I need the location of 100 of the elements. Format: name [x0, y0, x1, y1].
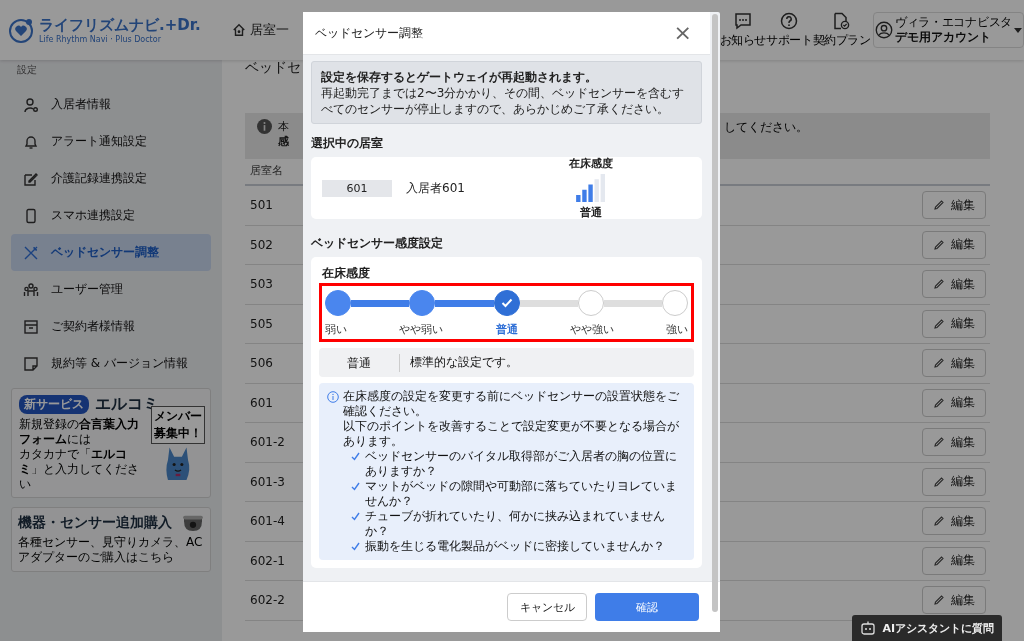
edit-button[interactable]: 編集 [922, 546, 986, 575]
home-icon [232, 23, 246, 37]
pencil-icon [933, 317, 945, 330]
level-description: 標準的な設定です。 [409, 354, 518, 371]
step-handle[interactable] [409, 290, 436, 316]
caret-icon [1014, 27, 1022, 33]
info-icon [327, 391, 339, 403]
pencil-icon [933, 475, 945, 488]
room-name-cell: 502 [250, 237, 273, 252]
step-handle[interactable] [493, 290, 520, 316]
note-icon [23, 355, 39, 372]
edit-button[interactable]: 編集 [922, 191, 986, 220]
sidebar-item[interactable]: 入居者情報 [11, 86, 211, 123]
scrollbar[interactable] [712, 14, 718, 612]
check-icon [500, 298, 513, 308]
checklist-item: ベッドセンサーのバイタル取得部がご入居者の胸の位置にありますか？ [365, 449, 678, 479]
purchase-subtitle: 各種センサー、見守りカメラ、ACアダプターのご購入はこちら [18, 535, 204, 565]
edit-button[interactable]: 編集 [922, 388, 986, 417]
pencil-icon [933, 515, 945, 528]
level-name: 普通 [319, 353, 400, 372]
room-number: 601 [322, 179, 392, 197]
phone-icon [23, 207, 39, 224]
recruiting-sign: メンバー 募集中！ [151, 406, 205, 444]
person-icon [23, 96, 39, 113]
notice-text: してください。 [724, 119, 808, 136]
room-name-cell: 602-1 [250, 553, 285, 568]
step-label: やや強い [569, 322, 614, 337]
sensitivity-label: 在床感度 [569, 156, 613, 171]
checklist-item: チューブが折れていたり、何かに挟み込まれていませんか？ [365, 509, 666, 539]
close-button[interactable]: × [673, 22, 692, 44]
track-segment [351, 299, 410, 307]
sidebar-item[interactable]: 規約等 & バージョン情報 [11, 345, 211, 382]
pencil-icon [933, 199, 945, 212]
pencil-icon [933, 357, 945, 370]
sidebar-item[interactable]: ユーザー管理 [11, 271, 211, 308]
robot-icon [860, 621, 877, 635]
users-icon [23, 281, 39, 298]
check-icon [351, 482, 360, 491]
room-name-cell: 506 [250, 356, 273, 371]
step-label: やや弱い [399, 322, 444, 337]
promo-text: 新規登録の合言葉入力フォームには [19, 417, 140, 447]
dialog-title: ベッドセンサー調整 [315, 24, 423, 42]
sidebar-item[interactable]: ご契約者様情報 [11, 308, 211, 345]
track-segment [519, 299, 578, 307]
tools-icon [23, 244, 39, 261]
warning-text: 再起動完了までは2〜3分かかり、その間、ベッドセンサーを含むすべてのセンサーが停止しますので、あらかじめご了承ください。 [321, 85, 686, 117]
tips-text: 以下のポイントを改善することで設定変更が不要となる場合があります。 [343, 419, 680, 449]
edit-button[interactable]: 編集 [922, 230, 986, 259]
logo-subtitle: Life Rhythm Navi · Plus Doctor [39, 35, 162, 44]
sidebar-item[interactable]: スマホ連携設定 [11, 197, 211, 234]
new-service-badge: 新サービス [19, 395, 89, 414]
edit-button[interactable]: 編集 [922, 507, 986, 536]
edit-button[interactable]: 編集 [922, 586, 986, 615]
step-handle[interactable] [325, 290, 351, 316]
sidebar-section-label: 設定 [17, 64, 37, 75]
dome-camera-icon [182, 514, 204, 532]
edit-button[interactable]: 編集 [922, 309, 986, 338]
document-check-icon [832, 11, 851, 30]
room-name-cell: 601-2 [250, 435, 285, 450]
check-icon [351, 542, 360, 551]
field-label: 在床感度 [322, 266, 370, 280]
room-name-cell: 505 [250, 316, 273, 331]
confirm-button[interactable]: 確認 [595, 593, 699, 621]
cancel-button[interactable]: キャンセル [507, 593, 587, 621]
edit-button[interactable]: 編集 [922, 467, 986, 496]
room-name-cell: 601 [250, 395, 273, 410]
sidebar-item[interactable]: 介護記録連携設定 [11, 160, 211, 197]
edit-button[interactable]: 編集 [922, 428, 986, 457]
room-list-link[interactable]: 居室一 [232, 21, 289, 39]
logo-title: ライフリズムナビ.+Dr. [39, 16, 201, 35]
check-icon [351, 452, 360, 461]
page-heading: ベッドセ [245, 59, 301, 75]
purchase-banner[interactable]: 機器・センサー追加購入 各種センサー、見守りカメラ、ACアダプターのご購入はこちら [11, 507, 211, 572]
info-icon [257, 119, 272, 134]
ai-assistant-button[interactable]: AIアシスタントに質問 [852, 615, 1002, 641]
bell-icon [23, 133, 39, 150]
pencil-icon [933, 396, 945, 409]
sidebar-item[interactable]: アラート通知設定 [11, 123, 211, 160]
resident-name: 入居者601 [406, 179, 465, 197]
section-heading: 選択中の居室 [311, 136, 383, 150]
edit-button[interactable]: 編集 [922, 270, 986, 299]
room-name-cell: 503 [250, 277, 273, 292]
sensitivity-value: 普通 [580, 205, 602, 220]
track-segment [603, 299, 662, 307]
pencil-icon [933, 278, 945, 291]
account-menu[interactable]: ヴィラ・エコナビスタ デモ用アカウント [873, 12, 1024, 48]
section-heading: ベッドセンサー感度設定 [311, 236, 443, 250]
track-segment [435, 299, 494, 307]
room-name-cell: 601-4 [250, 514, 285, 529]
warning-title: 設定を保存するとゲートウェイが再起動されます。 [321, 69, 598, 85]
edit-button[interactable]: 編集 [922, 349, 986, 378]
header-icon-button[interactable]: 契約プラン [812, 11, 870, 49]
header-icon-button[interactable]: サポート [766, 11, 812, 49]
step-label: 普通 [495, 322, 518, 337]
step-label: 強い [666, 322, 688, 337]
room-name-cell: 601-3 [250, 474, 285, 489]
user-icon [875, 21, 893, 39]
header-icon-button[interactable]: お知らせ [719, 11, 766, 49]
purchase-title: 機器・センサー追加購入 [18, 514, 172, 532]
column-header: 居室名 [250, 163, 283, 178]
